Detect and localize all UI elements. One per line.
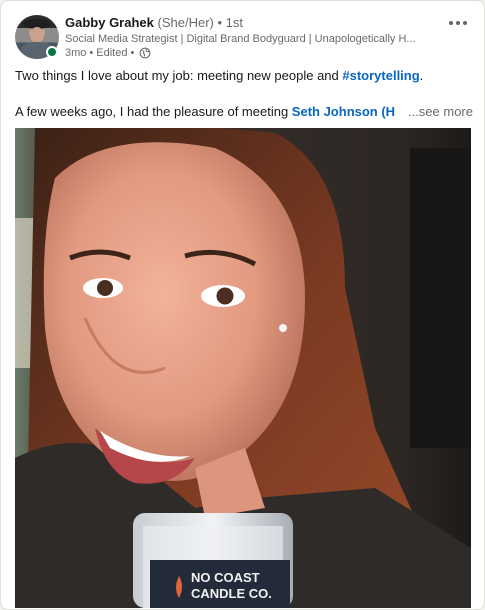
author-name[interactable]: Gabby Grahek [65, 15, 154, 30]
post-text-end: . [419, 68, 424, 83]
post-header: Gabby Grahek (She/Her) • 1st Social Medi… [15, 13, 474, 63]
author-headline: Social Media Strategist | Digital Brand … [65, 33, 416, 45]
more-dot-icon [449, 21, 453, 25]
feed-post-card: Gabby Grahek (She/Her) • 1st Social Medi… [0, 0, 485, 610]
degree-separator: • [217, 15, 223, 30]
candle-label-line1: NO COAST [191, 570, 260, 585]
post-meta: 3mo • Edited • [65, 47, 151, 59]
globe-icon [139, 47, 151, 59]
author-name-line: Gabby Grahek (She/Her) • 1st [65, 15, 243, 30]
author-pronouns: (She/Her) [157, 15, 214, 30]
mention-link[interactable]: Seth Johnson (H [292, 104, 395, 119]
edited-label: Edited [96, 47, 128, 59]
online-status-dot [46, 46, 58, 58]
more-dot-icon [463, 21, 467, 25]
candle-label-line2: CANDLE CO. [191, 586, 272, 601]
post-time: 3mo [65, 47, 87, 59]
meta-separator: • [89, 47, 94, 59]
hashtag-link[interactable]: #storytelling [342, 68, 419, 83]
avatar-face [30, 27, 44, 43]
post-text-part: A few weeks ago, I had the pleasure of m… [15, 104, 292, 119]
post-text-part: Two things I love about my job: meeting … [15, 68, 343, 83]
post-line-2: A few weeks ago, I had the pleasure of m… [15, 103, 473, 121]
post-line-1: Two things I love about my job: meeting … [15, 67, 472, 85]
meta-separator: • [130, 47, 135, 59]
post-image[interactable]: NO COAST CANDLE CO. [15, 128, 471, 608]
more-dot-icon [456, 21, 460, 25]
see-more-button[interactable]: ...see more [401, 103, 473, 121]
connection-degree: 1st [225, 15, 244, 30]
post-photo-illustration: NO COAST CANDLE CO. [15, 128, 471, 608]
post-text: Two things I love about my job: meeting … [15, 67, 473, 121]
more-options-button[interactable] [446, 15, 470, 31]
